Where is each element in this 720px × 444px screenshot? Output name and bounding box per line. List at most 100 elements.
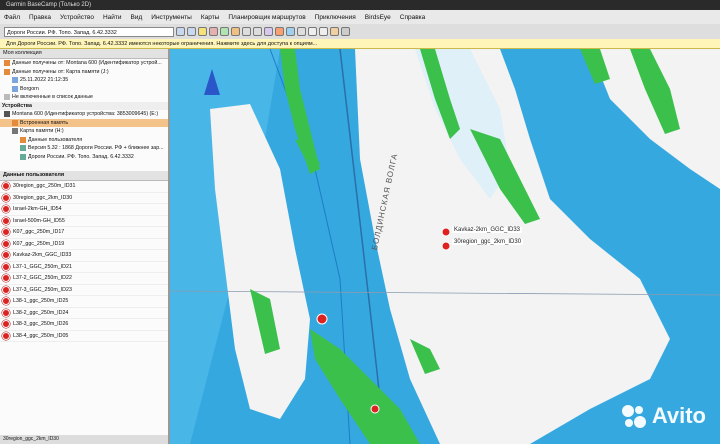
waypoint-icon[interactable]: [370, 404, 380, 414]
folder-icon: [4, 68, 10, 75]
avito-logo-icon: [621, 405, 646, 428]
list-item[interactable]: L37-3_GGC_250m_ID23: [0, 285, 168, 296]
list-icon: [12, 77, 18, 84]
devices-header: Устройства: [0, 101, 168, 110]
list-item[interactable]: L37-1_GGC_250m_ID21: [0, 262, 168, 273]
hand-icon[interactable]: [231, 27, 240, 36]
waypoint-icon[interactable]: [441, 227, 451, 237]
waypoint-icon: [2, 297, 10, 306]
waypoint-icon[interactable]: [441, 241, 451, 251]
menu-help[interactable]: Справка: [400, 14, 426, 21]
tree-item[interactable]: Встроенная память: [0, 118, 168, 127]
print-icon[interactable]: [297, 27, 306, 36]
list-icon: [12, 85, 18, 92]
waypoint-icon: [2, 228, 10, 237]
device-icon: [4, 111, 10, 118]
waypoint-icon: [2, 262, 10, 271]
avito-watermark: Avito: [620, 402, 706, 430]
list-item[interactable]: Israel-2km-GH_ID54: [0, 204, 168, 216]
waypoint-icon: [2, 216, 10, 225]
waypoint-icon: [2, 182, 10, 191]
waypoint-icon: [2, 308, 10, 317]
list-item[interactable]: K07_ggc_250m_ID17: [0, 227, 168, 239]
waypoint-icon[interactable]: [220, 27, 229, 36]
menu-find[interactable]: Найти: [103, 14, 122, 21]
menu-birdseye[interactable]: BirdsEye: [365, 14, 391, 21]
menu-bar: Файл Правка Устройство Найти Вид Инструм…: [0, 10, 720, 24]
map-icon: [20, 153, 26, 160]
list-item[interactable]: L38-4_ggc_250m_ID05: [0, 331, 168, 342]
list-item[interactable]: L37-2_GGC_250m_ID22: [0, 273, 168, 285]
track-icon[interactable]: [275, 27, 284, 36]
zoom-out-icon[interactable]: [253, 27, 262, 36]
menu-device[interactable]: Устройство: [60, 14, 94, 21]
map-canvas[interactable]: [170, 49, 720, 444]
tree-item[interactable]: Данные получены от: Карта памяти (J:): [0, 68, 168, 77]
user-data-header: Данные пользователя: [0, 171, 168, 181]
receive-icon[interactable]: [319, 27, 328, 36]
island: [210, 104, 310, 419]
toolbar: Дороги России. РФ. Топо. Запад. 6.42.333…: [0, 24, 720, 39]
user-data-list: 30region_ggc_250m_ID31 30region_ggc_2km_…: [0, 181, 168, 342]
photo-icon[interactable]: [330, 27, 339, 36]
waypoint-icon: [2, 193, 10, 202]
menu-file[interactable]: Файл: [4, 14, 20, 21]
waypoint-icon: [2, 205, 10, 214]
window-titlebar: Garmin BaseCamp (Только 2D): [0, 0, 720, 10]
folder-icon: [4, 60, 10, 67]
back-icon[interactable]: [176, 27, 185, 36]
list-item[interactable]: 30region_ggc_250m_ID31: [0, 181, 168, 193]
list-item[interactable]: Israel-500m-GH_ID55: [0, 216, 168, 227]
send-icon[interactable]: [308, 27, 317, 36]
menu-tools[interactable]: Инструменты: [151, 14, 192, 21]
list-item[interactable]: 30region_ggc_2km_ID30: [0, 193, 168, 204]
waypoint-label[interactable]: Kavkaz-2km_GGC_ID33: [452, 227, 523, 233]
waypoint-icon: [2, 285, 10, 294]
map-limit-notice[interactable]: Для Дороги России. РФ. Топо. Запад. 6.42…: [0, 39, 720, 49]
menu-view[interactable]: Вид: [131, 14, 143, 21]
tree-item[interactable]: Montana 600 (Идентификатор устройства: 3…: [0, 110, 168, 119]
map-limit-notice-text: Для Дороги России. РФ. Топо. Запад. 6.42…: [6, 40, 318, 47]
tree-item[interactable]: Borgorn: [0, 85, 168, 94]
map-product-select[interactable]: Дороги России. РФ. Топо. Запад. 6.42.333…: [4, 26, 174, 37]
list-item[interactable]: L38-3_ggc_250m_ID26: [0, 319, 168, 331]
waypoint-icon: [2, 331, 10, 340]
list-item[interactable]: K07_ggc_250m_ID19: [0, 239, 168, 250]
folder-icon: [20, 136, 26, 143]
tree-item[interactable]: Данные получены от: Montana 600 (Идентиф…: [0, 59, 168, 68]
list-icon: [4, 94, 10, 101]
list-item[interactable]: L38-2_ggc_250m_ID24: [0, 308, 168, 319]
waypoint-label[interactable]: 30region_ggc_2km_ID30: [452, 239, 524, 245]
avito-watermark-text: Avito: [651, 403, 706, 428]
tree-item[interactable]: Не включенные в список данные: [0, 93, 168, 102]
settings-icon[interactable]: [341, 27, 350, 36]
menu-edit[interactable]: Правка: [29, 14, 51, 21]
menu-maps[interactable]: Карты: [201, 14, 220, 21]
folder-icon[interactable]: [198, 27, 207, 36]
menu-route-planner[interactable]: Планировщик маршрутов: [228, 14, 305, 21]
tree-item[interactable]: 25.11.2022 21:12:35: [0, 76, 168, 85]
list-item[interactable]: Kavkaz-2km_GGC_ID33: [0, 250, 168, 262]
map-view[interactable]: Kavkaz-2km_GGC_ID33 30region_ggc_2km_ID3…: [170, 49, 720, 444]
folder-icon: [12, 119, 18, 126]
status-bar: 30region_ggc_2km_ID30: [0, 435, 168, 444]
window-title: Garmin BaseCamp (Только 2D): [6, 2, 92, 8]
route-icon[interactable]: [209, 27, 218, 36]
tree-item[interactable]: Карта памяти (H:): [0, 127, 168, 136]
tree-item[interactable]: Данные пользователя: [0, 136, 168, 145]
menu-adventures[interactable]: Приключения: [315, 14, 356, 21]
globe-icon[interactable]: [286, 27, 295, 36]
forward-icon[interactable]: [187, 27, 196, 36]
waypoint-icon: [2, 239, 10, 248]
library-pane: Моя коллекция Данные получены от: Montan…: [0, 49, 170, 444]
tree-item[interactable]: Дороги России. РФ. Топо. Запад. 6.42.333…: [0, 153, 168, 162]
library-header: Моя коллекция: [0, 49, 168, 59]
measure-icon[interactable]: [264, 27, 273, 36]
list-item[interactable]: L38-1_ggc_250m_ID25: [0, 296, 168, 308]
waypoint-icon: [2, 274, 10, 283]
zoom-in-icon[interactable]: [242, 27, 251, 36]
waypoint-icon[interactable]: [316, 313, 328, 325]
waypoint-icon: [2, 320, 10, 329]
tree-item[interactable]: Версия 5.32 : 1868 Дороги России. РФ + б…: [0, 144, 168, 153]
map-icon: [20, 145, 26, 152]
